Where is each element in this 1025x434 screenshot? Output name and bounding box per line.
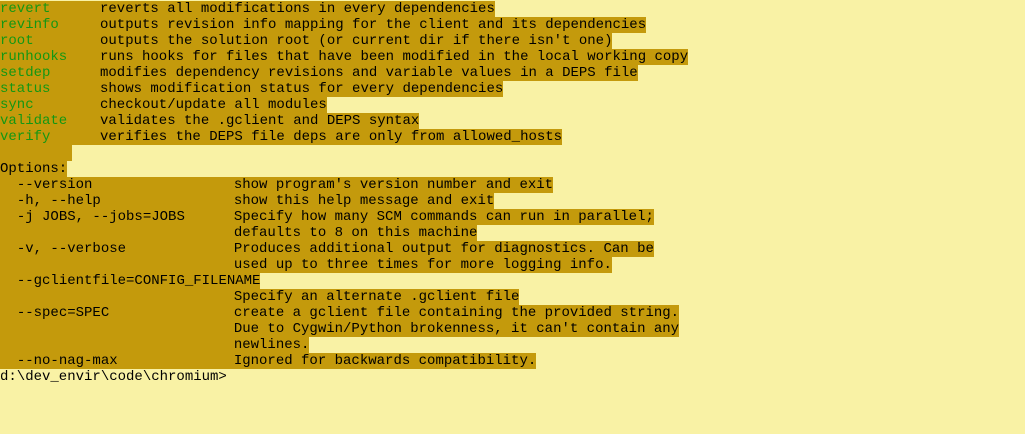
command-row: runhooks runs hooks for files that have b…	[0, 49, 689, 65]
option-row: -v, --verbose Produces additional output …	[0, 241, 654, 257]
option-row: newlines.	[0, 337, 310, 353]
option-description: Produces additional output for diagnosti…	[233, 241, 654, 257]
option-row: defaults to 8 on this machine	[0, 225, 478, 241]
option-row-highlight: --no-nag-max Ignored for backwards compat…	[0, 353, 537, 369]
option-description: show this help message and exit	[233, 193, 495, 209]
command-description: runs hooks for files that have been modi…	[100, 49, 689, 65]
command-row-highlight: verify verifies the DEPS file deps are on…	[0, 129, 563, 145]
option-row: -j JOBS, --jobs=JOBS Specify how many SCM…	[0, 209, 654, 225]
option-description: Ignored for backwards compatibility.	[233, 353, 537, 369]
command-row-highlight: runhooks runs hooks for files that have b…	[0, 49, 689, 65]
options-header: Options:	[0, 161, 68, 177]
option-flag: -v, --verbose	[16, 241, 127, 257]
command-row: validate validates the .gclient and DEPS …	[0, 113, 420, 129]
option-row-highlight: --version show program's version number a…	[0, 177, 554, 193]
command-row: status shows modification status for ever…	[0, 81, 504, 97]
command-row: verify verifies the DEPS file deps are on…	[0, 129, 563, 145]
option-row: Due to Cygwin/Python brokenness, it can'…	[0, 321, 680, 337]
option-description: create a gclient file containing the pro…	[233, 305, 680, 321]
option-row: --gclientfile=CONFIG_FILENAME	[0, 273, 261, 289]
command-name: root	[0, 33, 34, 49]
command-name: revinfo	[0, 17, 59, 33]
option-row-highlight: defaults to 8 on this machine	[0, 225, 478, 241]
command-row: revinfo outputs revision info mapping for…	[0, 17, 647, 33]
command-name: setdep	[0, 65, 51, 81]
command-name: verify	[0, 129, 51, 145]
prompt-path: d:\dev_envir\code\chromium>	[0, 369, 227, 385]
command-description: validates the .gclient and DEPS syntax	[100, 113, 420, 129]
command-row: revert reverts all modifications in every…	[0, 1, 495, 17]
option-row: --spec=SPEC create a gclient file contain…	[0, 305, 680, 321]
command-description: shows modification status for every depe…	[100, 81, 504, 97]
option-row: used up to three times for more logging …	[0, 257, 612, 273]
command-row-highlight: status shows modification status for ever…	[0, 81, 504, 97]
option-row: --no-nag-max Ignored for backwards compat…	[0, 353, 537, 369]
blank-line-highlight	[0, 145, 72, 161]
command-row-highlight: setdep modifies dependency revisions and …	[0, 65, 638, 81]
option-flag: -h, --help	[16, 193, 101, 209]
option-row: Specify an alternate .gclient file	[0, 289, 520, 305]
option-row: -h, --help show this help message and exi…	[0, 193, 495, 209]
command-row-highlight: revert reverts all modifications in every…	[0, 1, 495, 17]
option-row-highlight: -v, --verbose Produces additional output …	[0, 241, 654, 257]
command-row: root outputs the solution root (or curren…	[0, 33, 613, 49]
command-description: outputs revision info mapping for the cl…	[100, 17, 647, 33]
option-row: --version show program's version number a…	[0, 177, 554, 193]
command-description: outputs the solution root (or current di…	[100, 33, 613, 49]
option-row-highlight: --gclientfile=CONFIG_FILENAME	[0, 273, 261, 289]
command-description: verifies the DEPS file deps are only fro…	[100, 129, 563, 145]
option-description: show program's version number and exit	[233, 177, 554, 193]
command-name: validate	[0, 113, 68, 129]
option-description: Due to Cygwin/Python brokenness, it can'…	[233, 321, 680, 337]
option-row-highlight: -j JOBS, --jobs=JOBS Specify how many SCM…	[0, 209, 654, 225]
options-header-row: Options:	[0, 161, 68, 177]
option-flag: --gclientfile=CONFIG_FILENAME	[16, 273, 261, 289]
command-row: setdep modifies dependency revisions and …	[0, 65, 638, 81]
option-row-highlight: Due to Cygwin/Python brokenness, it can'…	[0, 321, 680, 337]
command-name: sync	[0, 97, 34, 113]
command-description: checkout/update all modules	[100, 97, 327, 113]
command-name: status	[0, 81, 51, 97]
command-name: runhooks	[0, 49, 68, 65]
option-flag: -j JOBS, --jobs=JOBS	[16, 209, 185, 225]
command-name: revert	[0, 1, 51, 17]
command-description: reverts all modifications in every depen…	[100, 1, 495, 17]
option-row-highlight: used up to three times for more logging …	[0, 257, 612, 273]
command-row-highlight: sync checkout/update all modules	[0, 97, 327, 113]
option-row-highlight: newlines.	[0, 337, 310, 353]
option-description: newlines.	[233, 337, 310, 353]
option-flag: --version	[16, 177, 93, 193]
command-description: modifies dependency revisions and variab…	[100, 65, 638, 81]
option-row-highlight: Specify an alternate .gclient file	[0, 289, 520, 305]
option-row-highlight: -h, --help show this help message and exi…	[0, 193, 495, 209]
option-description: Specify an alternate .gclient file	[233, 289, 520, 305]
command-row-highlight: validate validates the .gclient and DEPS …	[0, 113, 420, 129]
blank-line	[0, 145, 72, 161]
option-flag: --no-nag-max	[16, 353, 118, 369]
option-description: used up to three times for more logging …	[233, 257, 612, 273]
terminal-console[interactable]: revert reverts all modifications in every…	[0, 0, 1025, 434]
option-row-highlight: --spec=SPEC create a gclient file contain…	[0, 305, 680, 321]
command-row-highlight: root outputs the solution root (or curren…	[0, 33, 613, 49]
command-prompt[interactable]: d:\dev_envir\code\chromium>	[0, 369, 227, 385]
command-row: sync checkout/update all modules	[0, 97, 327, 113]
option-description: defaults to 8 on this machine	[233, 225, 478, 241]
option-flag: --spec=SPEC	[16, 305, 110, 321]
option-description: Specify how many SCM commands can run in…	[233, 209, 654, 225]
command-row-highlight: revinfo outputs revision info mapping for…	[0, 17, 647, 33]
